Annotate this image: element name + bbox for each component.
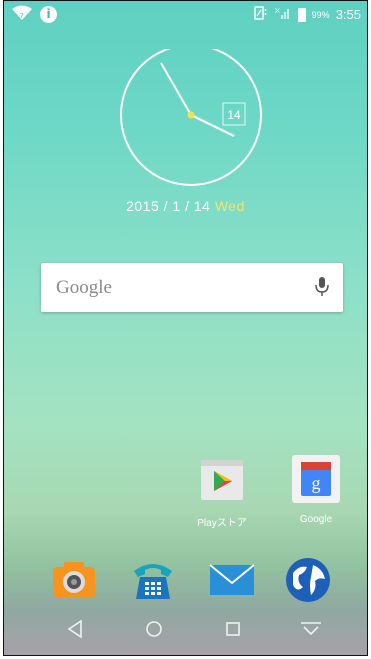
mic-icon[interactable]	[314, 276, 330, 303]
status-bar[interactable]: ? i × 99% 3:55	[4, 1, 367, 27]
clock-minute-hand	[160, 62, 192, 116]
browser-globe-icon[interactable]	[283, 555, 333, 605]
date-text: 2015 / 1 / 14	[126, 198, 211, 214]
app-label: Google	[299, 514, 333, 525]
camera-icon[interactable]	[49, 555, 99, 605]
app-label: Playストア	[197, 518, 247, 529]
battery-percent: 99%	[311, 9, 330, 20]
app-google-folder[interactable]: g Google	[284, 452, 348, 525]
home-screen: ? i × 99% 3:55 14 2015 / 1 / 14 Wed Goog…	[3, 0, 368, 656]
info-icon: i	[40, 6, 57, 23]
notification-pull-icon[interactable]	[296, 615, 326, 643]
wifi-icon: ?	[12, 5, 32, 24]
navigation-bar	[4, 603, 367, 655]
svg-text:?: ?	[20, 12, 24, 20]
google-folder-icon: g	[289, 452, 343, 506]
clock-day-number: 14	[227, 108, 241, 122]
clock-date: 2015 / 1 / 14 Wed	[4, 198, 367, 214]
google-search-bar[interactable]: Google	[41, 263, 343, 312]
sim-icon	[253, 6, 268, 23]
play-store-icon	[195, 452, 249, 506]
recents-icon[interactable]	[218, 615, 248, 643]
search-label: Google	[56, 277, 112, 298]
svg-text:×: ×	[274, 6, 281, 15]
analog-clock-widget[interactable]: 14	[119, 44, 269, 199]
no-signal-icon: ×	[274, 6, 292, 23]
date-weekday: Wed	[214, 198, 245, 214]
svg-text:g: g	[312, 473, 321, 493]
home-icon[interactable]	[139, 615, 169, 643]
mail-icon[interactable]	[207, 555, 257, 605]
phone-icon[interactable]	[128, 555, 178, 605]
app-play-store[interactable]: Playストア	[190, 452, 254, 529]
back-icon[interactable]	[60, 615, 90, 643]
status-time: 3:55	[335, 7, 361, 22]
clock-center-dot	[187, 111, 195, 119]
battery-icon	[297, 7, 306, 22]
